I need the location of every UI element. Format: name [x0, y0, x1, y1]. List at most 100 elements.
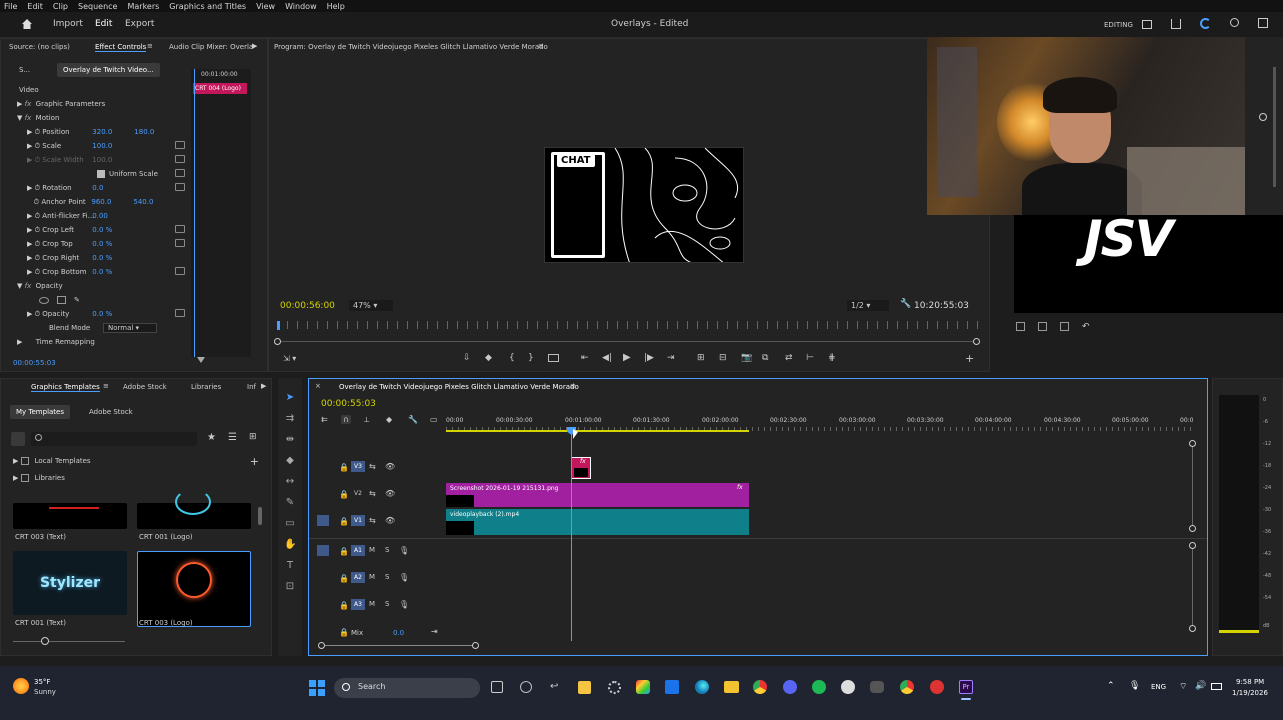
reset-icon[interactable]: [175, 155, 185, 163]
mix-value[interactable]: 0.0: [393, 629, 404, 637]
track-label[interactable]: V2: [351, 488, 365, 499]
go-to-in-icon[interactable]: ⇤: [581, 353, 589, 363]
timeline-timecode[interactable]: 00:00:55:03: [321, 399, 376, 409]
step-forward-icon[interactable]: |▶: [644, 353, 654, 363]
edge-icon[interactable]: [695, 680, 709, 694]
clip-v2-thumb[interactable]: [446, 495, 474, 507]
clip-v1-thumb[interactable]: [446, 521, 474, 535]
go-to-end-icon[interactable]: ⇥: [431, 627, 438, 636]
solo-icon[interactable]: S: [385, 546, 389, 554]
collapse-arrow-icon[interactable]: ▼: [17, 114, 25, 122]
menu-window[interactable]: Window: [285, 2, 317, 11]
close-icon[interactable]: ×: [315, 382, 321, 390]
lock-icon[interactable]: 🔒: [339, 547, 349, 556]
linked-icon[interactable]: ⟂: [364, 415, 369, 425]
checkbox[interactable]: [20, 457, 29, 465]
expand-arrow-icon[interactable]: ▶ ⏱: [27, 268, 42, 277]
expand-arrow-icon[interactable]: ▶: [13, 474, 21, 482]
mute-icon[interactable]: M: [369, 600, 375, 608]
crop-right-value[interactable]: 0.0 %: [92, 254, 112, 262]
trim-icon[interactable]: ⊢: [806, 353, 814, 363]
panel-menu-icon[interactable]: ≡: [103, 382, 109, 390]
zoom-select[interactable]: 47% ▾: [349, 300, 393, 311]
menu-icon[interactable]: ≡: [147, 42, 153, 50]
horizontal-scrollbar[interactable]: [318, 642, 479, 649]
spotify-icon[interactable]: [812, 680, 826, 694]
tab-adobe-stock[interactable]: Adobe Stock: [123, 383, 167, 391]
weather-temp[interactable]: 35°F: [34, 678, 50, 686]
icon-b[interactable]: [1038, 322, 1047, 331]
track-label[interactable]: V1: [351, 515, 365, 526]
mute-icon[interactable]: M: [369, 573, 375, 581]
clip-v2-screenshot[interactable]: Screenshot 2026-01-19 215131.png: [446, 483, 749, 495]
volume-icon[interactable]: 🔊: [1195, 681, 1206, 691]
clip-label-bar[interactable]: CRT 004 (Logo): [193, 83, 247, 94]
mark-out-icon[interactable]: }: [528, 353, 534, 363]
playhead[interactable]: [571, 427, 572, 641]
source-patch[interactable]: [317, 515, 329, 526]
marker-icon[interactable]: ◆: [386, 415, 392, 424]
extract-icon[interactable]: ⊟: [719, 353, 727, 363]
scroll-knob[interactable]: [1189, 542, 1196, 549]
menu-sequence[interactable]: Sequence: [78, 2, 117, 11]
multicam-icon[interactable]: ⋕: [828, 353, 836, 363]
mark-in-icon[interactable]: {: [509, 353, 515, 363]
scroll-knob[interactable]: [1259, 113, 1267, 121]
clock-date[interactable]: 1/19/2026: [1232, 689, 1268, 697]
tab-graphics-templates[interactable]: Graphics Templates: [31, 383, 100, 392]
expand-arrow-icon[interactable]: ▶ ⏱: [27, 212, 42, 221]
chevron-up-icon[interactable]: ⌃: [1107, 681, 1115, 691]
reset-icon[interactable]: [175, 239, 185, 247]
reset-icon[interactable]: [175, 225, 185, 233]
lift-icon[interactable]: ⊞: [697, 353, 705, 363]
scale-value[interactable]: 100.0: [92, 142, 112, 150]
panel-menu-icon[interactable]: ≡: [570, 382, 576, 390]
position-x-value[interactable]: 320.0: [92, 128, 134, 136]
nest-icon[interactable]: ⇇: [321, 415, 328, 424]
razor-icon[interactable]: ◆: [284, 455, 296, 467]
fullscreen-icon[interactable]: [1258, 18, 1268, 28]
template-thumb-selected[interactable]: [137, 551, 251, 627]
ripple-edit-icon[interactable]: ⇹: [284, 434, 296, 446]
track-label[interactable]: A3: [351, 599, 365, 610]
clip-v2-body[interactable]: [474, 495, 749, 507]
scroll-knob[interactable]: [1189, 625, 1196, 632]
audio-mixer-tab[interactable]: Audio Clip Mixer: Overla: [169, 43, 253, 51]
time-ruler[interactable]: 00:00 00:00:30:00 00:01:00:00 00:01:30:0…: [446, 415, 1193, 435]
track-select-icon[interactable]: ⇉: [284, 413, 296, 425]
lock-icon[interactable]: 🔒: [339, 517, 349, 526]
menu-help[interactable]: Help: [327, 2, 345, 11]
folder-icon[interactable]: [724, 681, 739, 693]
go-to-out-icon[interactable]: ⇥: [667, 353, 675, 363]
position-y-value[interactable]: 180.0: [134, 128, 154, 136]
track-label[interactable]: V3: [351, 461, 365, 472]
weather-text[interactable]: Sunny: [34, 688, 56, 696]
fx-icon[interactable]: fx: [25, 100, 32, 108]
panel-menu-icon[interactable]: ≡: [538, 42, 544, 50]
clip-v1-body[interactable]: [474, 521, 749, 535]
mic-icon[interactable]: 🎙: [399, 546, 409, 555]
scroll-knob[interactable]: [1189, 440, 1196, 447]
source-patch[interactable]: [317, 545, 329, 556]
star-icon[interactable]: ★: [207, 432, 216, 443]
menu-markers[interactable]: Markers: [127, 2, 159, 11]
track-label[interactable]: A1: [351, 545, 365, 556]
expand-icon[interactable]: ▶: [261, 382, 266, 390]
template-thumb[interactable]: Stylizer: [13, 551, 127, 615]
template-thumb[interactable]: [137, 489, 251, 529]
play-icon[interactable]: ▶: [623, 352, 631, 363]
expand-arrow-icon[interactable]: ▶ ⏱: [27, 128, 42, 137]
proxy-icon[interactable]: ⇄: [785, 353, 793, 363]
mini-playhead[interactable]: [194, 69, 195, 357]
lock-icon[interactable]: 🔒: [339, 628, 349, 637]
scroll-handle-right[interactable]: [973, 338, 980, 345]
app-icon-controller[interactable]: [870, 681, 884, 693]
windows-start-icon[interactable]: [309, 680, 325, 696]
workspaces-icon[interactable]: [1142, 20, 1152, 29]
compare-icon[interactable]: ⧉: [762, 353, 768, 363]
fx-icon[interactable]: fx: [25, 282, 32, 290]
export-frame-icon[interactable]: 📷: [741, 353, 752, 363]
zoom-scrollbar[interactable]: [274, 338, 980, 347]
slip-icon[interactable]: ↔: [284, 476, 296, 488]
vertical-scrollbar[interactable]: [1273, 67, 1276, 187]
